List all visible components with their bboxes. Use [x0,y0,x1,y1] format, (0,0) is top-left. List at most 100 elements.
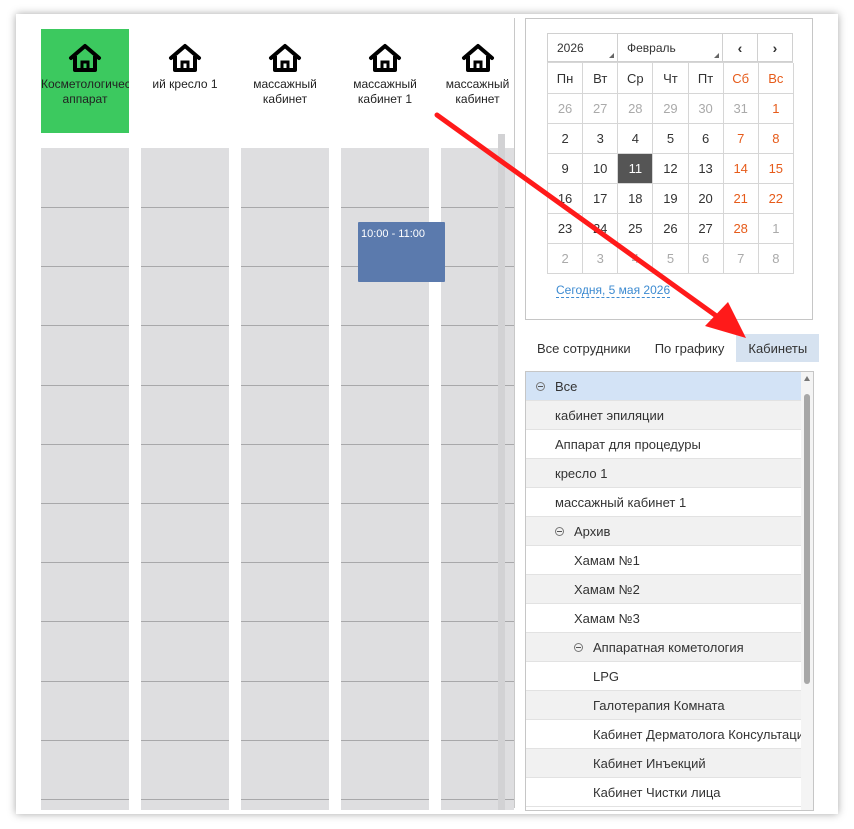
tree-item-label: кабинет эпиляции [555,407,664,423]
calendar-day[interactable]: 7 [723,124,759,154]
tree-item[interactable]: Кабинет Чистки лица [526,778,802,807]
home-icon [461,43,495,73]
tree-item[interactable]: массажный кабинет 1 [526,488,802,517]
calendar-day[interactable]: 11 [618,154,654,184]
calendar-day[interactable]: 26 [653,214,689,244]
calendar-day[interactable]: 14 [723,154,759,184]
schedule-column[interactable] [241,148,329,810]
tree-item-label: Хамам №1 [574,552,640,568]
calendar-day[interactable]: 13 [688,154,724,184]
schedule-column[interactable] [41,148,129,810]
year-value: 2026 [557,40,584,55]
room-header[interactable]: тк [16,29,44,133]
weekday-header: Вс [758,63,794,94]
calendar-day[interactable]: 4 [618,124,654,154]
month-select[interactable]: Февраль [618,34,723,61]
tree-item[interactable]: Хамам №2 [526,575,802,604]
home-icon [168,43,202,73]
calendar-day[interactable]: 5 [653,124,689,154]
calendar-day[interactable]: 6 [688,244,724,274]
tree-item[interactable]: Галотерапия Комната [526,691,802,720]
tree-item[interactable]: кабинет эпиляции [526,401,802,430]
room-header[interactable]: массажный кабинет 1 [341,29,429,133]
prev-month-button[interactable]: ‹ [723,34,758,61]
tree-item[interactable]: Все [526,372,802,401]
calendar-day[interactable]: 31 [723,94,759,124]
calendar-day[interactable]: 23 [548,214,584,244]
calendar-day[interactable]: 19 [653,184,689,214]
tab-all-staff[interactable]: Все сотрудники [525,334,643,362]
tree-item-label: Архив [574,523,611,539]
calendar-day[interactable]: 3 [583,124,619,154]
tree-item-label: Все [555,378,578,394]
calendar-day[interactable]: 10 [583,154,619,184]
calendar-day[interactable]: 27 [583,94,619,124]
calendar-day[interactable]: 2 [548,244,584,274]
tab-rooms[interactable]: Кабинеты [736,334,820,362]
calendar-day[interactable]: 25 [618,214,654,244]
tree-item[interactable]: Кабинет Дерматолога Консультация [526,720,802,749]
calendar-day[interactable]: 21 [723,184,759,214]
calendar-day[interactable]: 26 [548,94,584,124]
room-header[interactable]: массажный кабинет [241,29,329,133]
calendar-day[interactable]: 18 [618,184,654,214]
calendar-day[interactable]: 24 [583,214,619,244]
calendar-day[interactable]: 28 [618,94,654,124]
tree-item[interactable]: Кабинет Инъекций [526,749,802,778]
slot-divider [41,384,129,386]
slot-divider [341,621,429,623]
home-icon [268,43,302,73]
calendar-day[interactable]: 8 [758,244,794,274]
calendar-day[interactable]: 6 [688,124,724,154]
room-label: массажный кабинет [253,77,317,106]
tree-scroll-thumb[interactable] [804,394,810,684]
tree-item[interactable]: Аппаратная кометология [526,633,802,662]
calendar-day[interactable]: 4 [618,244,654,274]
year-select[interactable]: 2026 [548,34,618,61]
calendar-day[interactable]: 1 [758,214,794,244]
dropdown-caret-icon [714,53,719,58]
calendar-day[interactable]: 16 [548,184,584,214]
collapse-icon[interactable] [555,526,564,536]
calendar-day[interactable]: 2 [548,124,584,154]
weekday-header: Пн [548,63,584,94]
calendar-day[interactable]: 12 [653,154,689,184]
slot-divider [341,503,429,504]
room-header[interactable]: ий кресло 1 [141,29,229,133]
calendar-day[interactable]: 29 [653,94,689,124]
calendar-day[interactable]: 1 [758,94,794,124]
schedule-scrollbar[interactable] [498,134,505,810]
tree-item[interactable]: Архив [526,517,802,546]
collapse-icon[interactable] [574,642,583,652]
panel-divider[interactable] [514,18,515,808]
appointment-block[interactable]: 10:00 - 11:00 [358,222,445,282]
calendar-day[interactable]: 8 [758,124,794,154]
tree-item[interactable]: Хамам №3 [526,604,802,633]
calendar-day[interactable]: 5 [653,244,689,274]
scroll-up-icon[interactable] [804,376,810,381]
calendar-day[interactable]: 7 [723,244,759,274]
calendar-day[interactable]: 9 [548,154,584,184]
room-header[interactable]: Косметологический аппарат [41,29,129,133]
collapse-icon[interactable] [536,381,545,391]
calendar-day[interactable]: 3 [583,244,619,274]
tree-item-label: Кабинет Чистки лица [593,784,721,800]
calendar-day[interactable]: 17 [583,184,619,214]
calendar-day[interactable]: 28 [723,214,759,244]
room-header[interactable]: массажный кабинет [441,29,514,133]
tree-item[interactable]: Хамам №1 [526,546,802,575]
calendar-day[interactable]: 20 [688,184,724,214]
tree-item[interactable]: кресло 1 [526,459,802,488]
tab-by-schedule[interactable]: По графику [643,334,737,362]
slot-divider [141,384,229,386]
calendar-day[interactable]: 15 [758,154,794,184]
calendar-day[interactable]: 22 [758,184,794,214]
schedule-column[interactable] [141,148,229,810]
calendar-day[interactable]: 30 [688,94,724,124]
calendar-day[interactable]: 27 [688,214,724,244]
next-month-button[interactable]: › [758,34,792,61]
today-link[interactable]: Сегодня, 5 мая 2026 [556,283,671,298]
tree-scrollbar[interactable] [801,372,813,810]
tree-item[interactable]: LPG [526,662,802,691]
tree-item[interactable]: Аппарат для процедуры [526,430,802,459]
